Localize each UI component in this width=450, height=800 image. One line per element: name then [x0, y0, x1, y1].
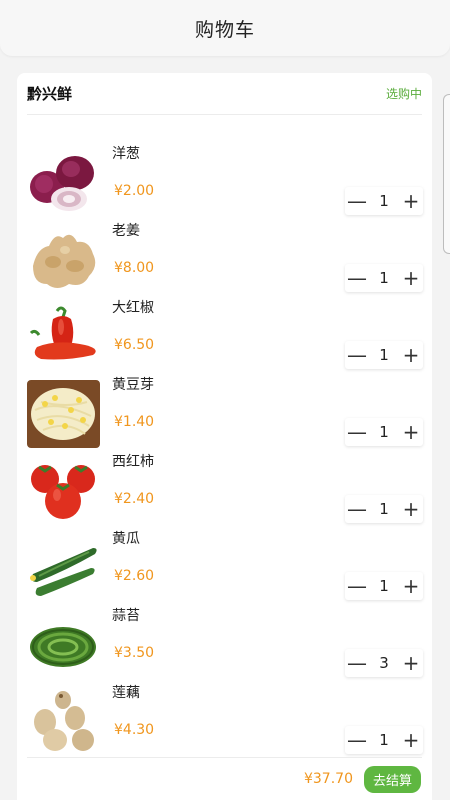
- cart-item: 洋葱 ¥2.00 — 1 +: [17, 143, 432, 220]
- item-name: 黄豆芽: [112, 377, 154, 393]
- quantity-value[interactable]: 3: [372, 654, 396, 672]
- garlic-sprouts-image: [27, 611, 100, 679]
- quantity-stepper: — 1 +: [345, 726, 423, 754]
- increase-button[interactable]: +: [399, 418, 423, 446]
- cart-item: 大红椒 ¥6.50 — 1 +: [17, 297, 432, 374]
- total-price: ¥37.70: [303, 771, 353, 787]
- cart-item: 黄豆芽 ¥1.40 — 1 +: [17, 374, 432, 451]
- item-name: 莲藕: [112, 685, 140, 701]
- item-name: 洋葱: [112, 146, 140, 162]
- increase-button[interactable]: +: [399, 264, 423, 292]
- decrease-button[interactable]: —: [345, 341, 369, 369]
- quantity-value[interactable]: 1: [372, 346, 396, 364]
- cart-item: 老姜 ¥8.00 — 1 +: [17, 220, 432, 297]
- quantity-value[interactable]: 1: [372, 269, 396, 287]
- increase-button[interactable]: +: [399, 649, 423, 677]
- cart-item: 黄瓜 ¥2.60 — 1 +: [17, 528, 432, 605]
- red-pepper-image: [27, 303, 100, 371]
- store-status: 选购中: [385, 87, 422, 101]
- store-header: 黔兴鲜 选购中: [27, 73, 422, 115]
- ginger-image: [27, 226, 100, 294]
- lotus-root-image: [27, 688, 100, 756]
- item-price: ¥2.40: [114, 491, 155, 507]
- increase-button[interactable]: +: [399, 726, 423, 754]
- quantity-stepper: — 3 +: [345, 649, 423, 677]
- item-name: 蒜苔: [112, 608, 140, 624]
- increase-button[interactable]: +: [399, 341, 423, 369]
- decrease-button[interactable]: —: [345, 418, 369, 446]
- cart-card: 黔兴鲜 选购中 洋葱 ¥2.00 — 1 + 老姜 ¥8.00 — 1 + 大红…: [17, 73, 432, 800]
- item-price: ¥2.00: [114, 183, 155, 199]
- item-price: ¥3.50: [114, 645, 155, 661]
- item-price: ¥4.30: [114, 722, 155, 738]
- cart-item: 蒜苔 ¥3.50 — 3 +: [17, 605, 432, 682]
- item-name: 西红柿: [112, 454, 154, 470]
- item-name: 大红椒: [112, 300, 154, 316]
- cart-footer: ¥37.70 去结算: [27, 757, 422, 800]
- increase-button[interactable]: +: [399, 572, 423, 600]
- quantity-stepper: — 1 +: [345, 572, 423, 600]
- quantity-stepper: — 1 +: [345, 264, 423, 292]
- increase-button[interactable]: +: [399, 495, 423, 523]
- decrease-button[interactable]: —: [345, 264, 369, 292]
- item-name: 老姜: [112, 223, 140, 239]
- decrease-button[interactable]: —: [345, 572, 369, 600]
- quantity-stepper: — 1 +: [345, 187, 423, 215]
- item-price: ¥1.40: [114, 414, 155, 430]
- decrease-button[interactable]: —: [345, 726, 369, 754]
- quantity-value[interactable]: 1: [372, 192, 396, 210]
- page-title: 购物车: [194, 18, 255, 41]
- item-price: ¥8.00: [114, 260, 155, 276]
- cart-item: 西红柿 ¥2.40 — 1 +: [17, 451, 432, 528]
- cucumber-image: [27, 534, 100, 602]
- top-bar: 购物车: [0, 0, 450, 56]
- quantity-stepper: — 1 +: [345, 341, 423, 369]
- quantity-value[interactable]: 1: [372, 577, 396, 595]
- soybean-sprouts-image: [27, 380, 100, 448]
- tomato-image: [27, 457, 100, 525]
- onion-image: [27, 149, 100, 217]
- increase-button[interactable]: +: [399, 187, 423, 215]
- quantity-stepper: — 1 +: [345, 495, 423, 523]
- item-name: 黄瓜: [112, 531, 140, 547]
- quantity-value[interactable]: 1: [372, 500, 396, 518]
- quantity-stepper: — 1 +: [345, 418, 423, 446]
- decrease-button[interactable]: —: [345, 187, 369, 215]
- item-price: ¥2.60: [114, 568, 155, 584]
- decrease-button[interactable]: —: [345, 495, 369, 523]
- quantity-value[interactable]: 1: [372, 423, 396, 441]
- quantity-value[interactable]: 1: [372, 731, 396, 749]
- scrollbar-handle[interactable]: [443, 94, 450, 254]
- decrease-button[interactable]: —: [345, 649, 369, 677]
- store-name[interactable]: 黔兴鲜: [27, 83, 72, 104]
- cart-item: 莲藕 ¥4.30 — 1 +: [17, 682, 432, 759]
- item-price: ¥6.50: [114, 337, 155, 353]
- checkout-button[interactable]: 去结算: [363, 765, 421, 793]
